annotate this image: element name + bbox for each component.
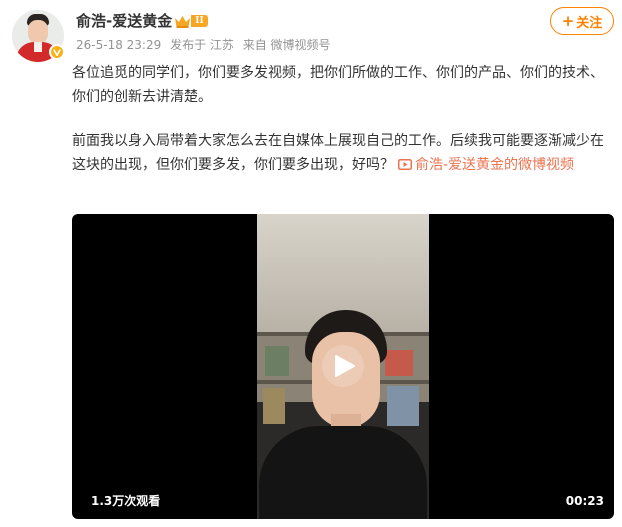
crown-icon [175, 16, 190, 28]
video-link[interactable]: 俞浩-爱送黄金的微博视频 [394, 157, 574, 173]
video-link-icon [398, 159, 412, 170]
post-text: 各位追觅的同学们，你们要多发视频，把你们所做的工作、你们的产品、你们的技术、你们… [72, 61, 612, 177]
post-paragraph-1: 各位追觅的同学们，你们要多发视频，把你们所做的工作、你们的产品、你们的技术、你们… [72, 65, 604, 105]
video-duration: 00:23 [565, 494, 604, 508]
post-paragraph-2: 前面我以身入局带着大家怎么去在自媒体上展现自己的工作。后续我可能要逐渐减少在这块… [72, 129, 612, 177]
play-button[interactable] [322, 345, 364, 387]
post-meta: 26-5-18 23:29 发布于 江苏 来自 微博视频号 [76, 37, 336, 53]
post-timestamp[interactable]: 26-5-18 23:29 [76, 38, 161, 52]
view-count: 1.3万次观看 [91, 494, 161, 508]
play-icon [335, 355, 355, 377]
video-player[interactable]: 1.3万次观看 00:23 [72, 214, 614, 519]
post-location: 发布于 江苏 [170, 38, 234, 52]
video-link-label: 俞浩-爱送黄金的微博视频 [415, 157, 575, 173]
level-badge: II [191, 15, 208, 27]
author-name[interactable]: 俞浩-爱送黄金 [76, 11, 172, 31]
plus-icon: + [561, 12, 575, 30]
post-source[interactable]: 来自 微博视频号 [243, 38, 331, 52]
verified-badge-icon [49, 44, 65, 60]
follow-label: 关注 [576, 15, 603, 31]
follow-button[interactable]: + 关注 [550, 7, 614, 35]
